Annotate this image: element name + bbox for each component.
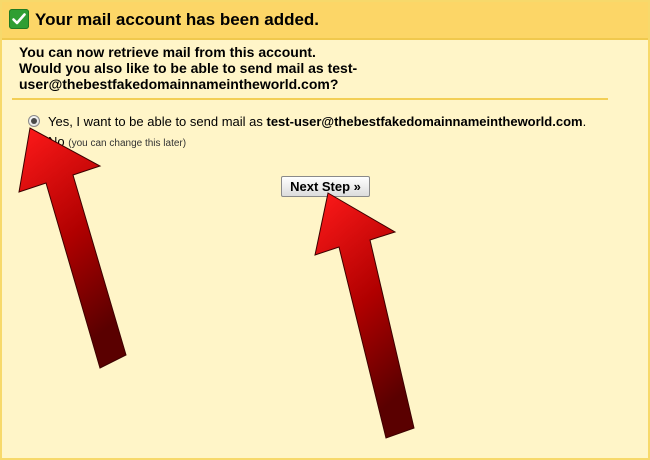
radio-yes[interactable] xyxy=(28,115,40,127)
intro-line-1: You can now retrieve mail from this acco… xyxy=(19,44,316,60)
header-bar: Your mail account has been added. xyxy=(2,2,648,40)
option-yes-suffix: . xyxy=(582,114,587,129)
intro-text: You can now retrieve mail from this acco… xyxy=(19,44,419,92)
intro-line-2a: Would you also like to be able to send m… xyxy=(19,60,358,76)
next-step-button[interactable]: Next Step » xyxy=(281,176,370,197)
radio-no[interactable] xyxy=(28,135,40,147)
header-title: Your mail account has been added. xyxy=(35,10,320,29)
checkmark-icon xyxy=(9,9,29,29)
option-yes-prefix: Yes, I want to be able to send mail as xyxy=(48,114,267,129)
option-yes-address: test-user@thebestfakedomainnameintheworl… xyxy=(266,114,583,129)
option-no-text: No xyxy=(48,134,65,149)
option-no-hint: (you can change this later) xyxy=(68,138,187,149)
divider xyxy=(12,98,608,100)
option-no-label[interactable]: No (you can change this later) xyxy=(48,134,186,149)
option-yes-label[interactable]: Yes, I want to be able to send mail as t… xyxy=(48,114,586,129)
intro-line-2b: user@thebestfakedomainnameintheworld.com… xyxy=(19,76,339,92)
